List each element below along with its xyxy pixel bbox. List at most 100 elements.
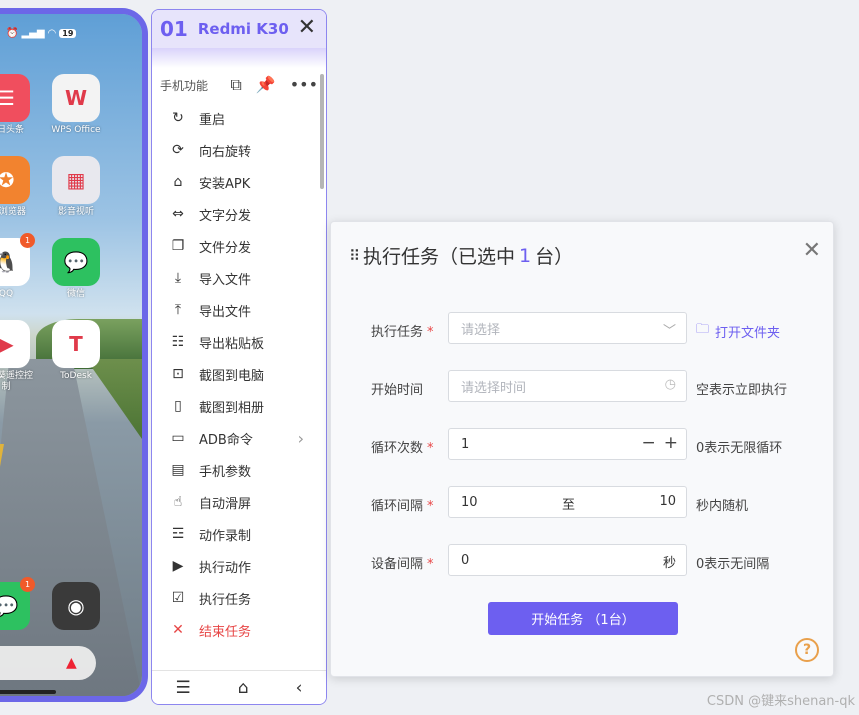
menu-item-icon: ⤒	[174, 302, 182, 318]
status-bar: ⏰ ▂▄▆ ◠ 19	[6, 28, 77, 39]
wifi-icon: ◠	[47, 28, 57, 39]
start-time-row: 开始时间 请选择时间 ◷ 空表示立即执行	[331, 370, 835, 404]
app-glyph-icon: ▶	[0, 320, 30, 368]
open-folder-link[interactable]: 🗀 打开文件夹	[696, 320, 780, 342]
menu-item-icon: ☝	[173, 494, 183, 510]
start-task-button[interactable]: 开始任务 （1台）	[488, 602, 678, 635]
menu-item-icon: ▭	[171, 430, 185, 446]
scrollbar[interactable]	[320, 74, 324, 189]
menu-item[interactable]: ▯ 截图到相册	[170, 390, 326, 422]
drag-handle-icon[interactable]: ⠿	[349, 247, 360, 265]
dialog-title: ⠿ 执行任务（已选中 1 台）	[349, 244, 574, 269]
app-icon[interactable]: 💬1	[0, 577, 36, 630]
menu-item-icon: ⇔	[172, 206, 184, 222]
plus-icon[interactable]: +	[664, 433, 678, 453]
phone-functions-header: 手机功能 ⧉ 📌 •••	[152, 68, 326, 102]
menu-item-icon: ⊡	[172, 366, 184, 382]
screen-cast-icon[interactable]: ⧉	[230, 75, 241, 95]
app-icon[interactable]: ✪ UC浏览器	[0, 156, 36, 218]
menu-item-label: 截图到相册	[199, 400, 265, 416]
notification-badge: 1	[20, 233, 35, 248]
app-icon[interactable]: ☰ 今日头条	[0, 74, 36, 136]
device-interval-row: 设备间隔 * 0 秒 0表示无间隔	[331, 544, 835, 578]
menu-item-icon: ✕	[172, 622, 184, 638]
signal-icon: ▂▄▆	[21, 28, 45, 39]
notification-badge: 1	[20, 577, 35, 592]
menu-item-label: ADB命令	[199, 432, 253, 448]
menu-item-label: 动作录制	[199, 528, 252, 544]
app-icon[interactable]: 🐧1 QQ	[0, 233, 36, 300]
menu-item[interactable]: ▭ ADB命令 ›	[170, 422, 326, 454]
menu-item-label: 结束任务	[199, 624, 252, 640]
clock-icon: ◷	[664, 377, 676, 392]
menu-item[interactable]: ⤒ 导出文件	[170, 294, 326, 326]
menu-item[interactable]: ▶ 执行动作	[170, 550, 326, 582]
home-icon[interactable]: ⌂	[238, 678, 249, 698]
menu-item[interactable]: ⤓ 导入文件	[170, 262, 326, 294]
home-indicator[interactable]	[0, 690, 56, 694]
phone-screen[interactable]: ⏰ ▂▄▆ ◠ 19 ☰ 今日头条 W WPS Office ✪ UC浏览器 ▦ 影音视听 🐧1…	[0, 8, 148, 702]
menu-item-label: 安装APK	[199, 176, 251, 192]
app-icon[interactable]: W WPS Office	[46, 74, 106, 136]
task-row: 执行任务 * 请选择 ﹀ 🗀 打开文件夹	[331, 312, 835, 346]
menu-item[interactable]: ⊡ 截图到电脑	[170, 358, 326, 390]
menu-item[interactable]: ⇔ 文字分发	[170, 198, 326, 230]
minus-icon[interactable]: −	[642, 433, 656, 453]
app-icon[interactable]: ▦ 影音视听	[46, 156, 106, 218]
app-icon[interactable]: ◉	[46, 582, 106, 630]
close-icon[interactable]: ✕	[298, 17, 316, 39]
app-label: WPS Office	[51, 125, 101, 135]
device-name: Redmi K30	[197, 20, 289, 38]
app-label: 微信	[66, 289, 85, 299]
pin-icon[interactable]: 📌	[256, 75, 276, 95]
watermark: CSDN @键来shenan-qk	[706, 694, 855, 709]
loop-interval-range[interactable]: 10 至 10	[448, 486, 687, 518]
menu-item[interactable]: ☝ 自动滑屏	[170, 486, 326, 518]
menu-item[interactable]: ↻ 重启	[170, 102, 326, 134]
app-icon[interactable]: ▶ 向日葵遥控控制	[0, 320, 36, 393]
alarm-icon: ⏰	[6, 28, 19, 39]
menu-item-icon: ☷	[171, 334, 185, 350]
app-icon[interactable]: 💬 微信	[46, 238, 106, 300]
dialog-close-icon[interactable]: ✕	[803, 238, 821, 263]
help-icon[interactable]: ?	[795, 638, 819, 662]
back-icon[interactable]: ‹	[296, 678, 303, 698]
loop-count-stepper[interactable]: 1 − +	[448, 428, 687, 460]
search-dock[interactable]: ▲	[0, 646, 96, 680]
panel-header: 01 Redmi K30 ✕	[152, 10, 326, 48]
interval-to[interactable]: 10	[659, 494, 676, 509]
menu-item-icon: ⌂	[173, 174, 183, 190]
menu-item-label: 文字分发	[199, 208, 252, 224]
app-label: ToDesk	[60, 371, 92, 381]
nav-footer: ☰ ⌂ ‹	[152, 670, 326, 704]
app-icon[interactable]: T ToDesk	[46, 320, 106, 382]
menu-item-label: 手机参数	[199, 464, 252, 480]
task-select[interactable]: 请选择 ﹀	[448, 312, 687, 344]
menu-item-icon: ☲	[171, 526, 185, 542]
menu-item[interactable]: ⌂ 安装APK	[170, 166, 326, 198]
function-menu: ↻ 重启 ⟳ 向右旋转 ⌂ 安装APK ⇔ 文字分发 ❐ 文件分发 ⤓ 导入文件 ⤒ 导出文件 ☷ 导出粘贴板…	[152, 102, 326, 646]
menu-item[interactable]: ☲ 动作录制	[170, 518, 326, 550]
interval-from[interactable]: 10	[461, 495, 478, 510]
device-interval-input[interactable]: 0 秒	[448, 544, 687, 576]
menu-item[interactable]: ▤ 手机参数	[170, 454, 326, 486]
selected-count: 1	[519, 244, 532, 267]
app-glyph-icon: T	[52, 320, 100, 368]
section-label: 手机功能	[160, 78, 209, 93]
menu-item[interactable]: ☷ 导出粘贴板	[170, 326, 326, 358]
menu-item-icon: ❐	[171, 238, 185, 254]
more-icon[interactable]: •••	[290, 75, 318, 95]
menu-item[interactable]: ☑ 执行任务	[170, 582, 326, 614]
menu-item[interactable]: ❐ 文件分发	[170, 230, 326, 262]
menu-item-label: 自动滑屏	[199, 496, 252, 512]
menu-item[interactable]: ✕ 结束任务	[170, 614, 326, 646]
app-label: 影音视听	[57, 207, 94, 217]
chevron-down-icon: ﹀	[662, 324, 676, 339]
app-glyph-icon: 💬1	[0, 577, 35, 630]
app-glyph-icon: ☰	[0, 74, 30, 122]
app-glyph-icon: ▦	[52, 156, 100, 204]
menu-item[interactable]: ⟳ 向右旋转	[170, 134, 326, 166]
start-time-picker[interactable]: 请选择时间 ◷	[448, 370, 687, 402]
app-glyph-icon: ✪	[0, 156, 30, 204]
menu-icon[interactable]: ☰	[176, 678, 191, 698]
